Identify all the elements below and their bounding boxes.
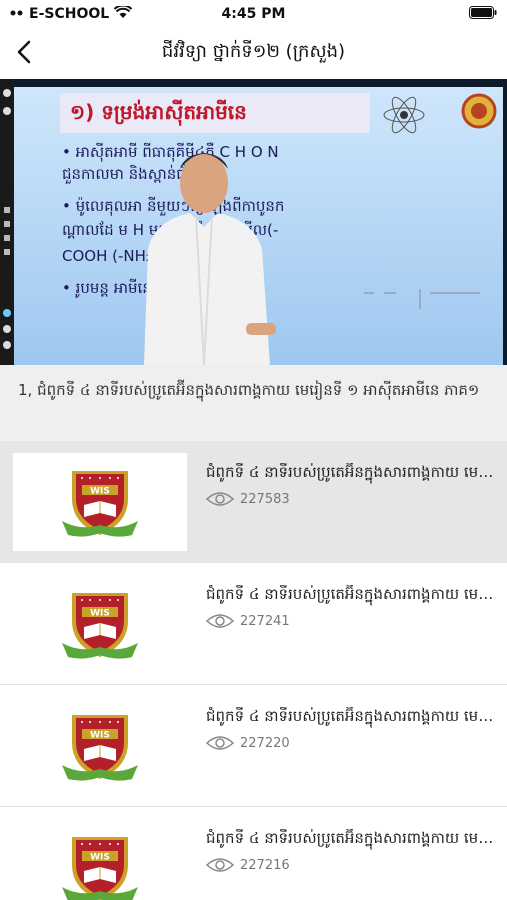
lesson-thumbnail: WIS <box>13 697 187 795</box>
eye-icon <box>206 614 234 628</box>
video-caption: 1, ជំពូកទី ៤ នាទីរបស់ប្រូតេអ៊ីនក្នុងសារព… <box>0 365 507 441</box>
lesson-title: ជំពូកទី ៤ នាទីរបស់ប្រូតេអ៊ីនក្នុងសារពាង្… <box>206 707 494 725</box>
lesson-thumbnail: WIS <box>13 819 187 900</box>
svg-text:WIS: WIS <box>90 609 110 619</box>
carrier-label: E-SCHOOL <box>29 6 110 22</box>
view-count: 227583 <box>240 491 290 507</box>
lesson-title: ជំពូកទី ៤ នាទីរបស់ប្រូតេអ៊ីនក្នុងសារពាង្… <box>206 585 494 603</box>
status-bar: E-SCHOOL 4:45 PM <box>0 0 507 28</box>
view-count: 227216 <box>240 857 290 873</box>
lesson-thumbnail: WIS <box>13 453 187 551</box>
back-button[interactable] <box>0 28 48 76</box>
lesson-list-item[interactable]: WIS ជំពូកទី ៤ នាទីរបស់ប្រូតេអ៊ីនក្នុងសារ… <box>0 807 507 900</box>
svg-text:WIS: WIS <box>90 731 110 741</box>
view-count-row: 227216 <box>206 857 290 873</box>
wis-logo-icon: WIS <box>62 837 138 900</box>
wis-logo-icon: WIS <box>62 715 138 781</box>
view-count: 227241 <box>240 613 290 629</box>
eye-icon <box>206 492 234 506</box>
handwritten-formula-icon <box>364 289 480 309</box>
wis-logo-icon: WIS <box>62 593 138 659</box>
svg-text:WIS: WIS <box>90 487 110 497</box>
video-toolbar <box>0 79 14 365</box>
chevron-left-icon <box>17 40 31 64</box>
lesson-title: ជំពូកទី ៤ នាទីរបស់ប្រូតេអ៊ីនក្នុងសារពាង្… <box>206 463 494 481</box>
video-player[interactable]: ១) ទម្រង់អាស៊ីតអាមីនេ • អាស៊ីតអាមី ពីធាត… <box>0 79 507 365</box>
view-count-row: 227583 <box>206 491 290 507</box>
signal-dots-icon <box>10 6 24 22</box>
slide-heading: ១) ទម្រង់អាស៊ីតអាមីនេ <box>70 100 247 124</box>
lesson-list-item[interactable]: WIS ជំពូកទី ៤ នាទីរបស់ប្រូតេអ៊ីនក្នុងសារ… <box>0 563 507 685</box>
eye-icon <box>206 736 234 750</box>
wis-logo-icon: WIS <box>62 471 138 537</box>
view-count: 227220 <box>240 735 290 751</box>
lesson-list-item[interactable]: WIS ជំពូកទី ៤ នាទីរបស់ប្រូតេអ៊ីនក្នុងសារ… <box>0 685 507 807</box>
eye-icon <box>206 858 234 872</box>
status-left: E-SCHOOL <box>10 4 133 23</box>
page-title: ជីវវិទ្យា ថ្នាក់ទី១២ (ក្រសួង) <box>161 40 346 62</box>
view-count-row: 227241 <box>206 613 290 629</box>
atom-icon <box>383 96 425 134</box>
battery-icon <box>469 5 497 23</box>
lesson-thumbnail: WIS <box>13 575 187 673</box>
lesson-list-item[interactable]: WIS ជំពូកទី ៤ នាទីរបស់ប្រូតេអ៊ីនក្នុងសារ… <box>0 441 507 563</box>
svg-text:WIS: WIS <box>90 853 110 863</box>
lesson-list: WIS ជំពូកទី ៤ នាទីរបស់ប្រូតេអ៊ីនក្នុងសារ… <box>0 441 507 900</box>
view-count-row: 227220 <box>206 735 290 751</box>
navigation-bar: ជីវវិទ្យា ថ្នាក់ទី១២ (ក្រសួង) <box>0 28 507 76</box>
ministry-emblem-icon <box>461 93 497 129</box>
teacher-image <box>144 153 276 365</box>
lesson-title: ជំពូកទី ៤ នាទីរបស់ប្រូតេអ៊ីនក្នុងសារពាង្… <box>206 829 494 847</box>
wifi-icon <box>113 4 133 23</box>
